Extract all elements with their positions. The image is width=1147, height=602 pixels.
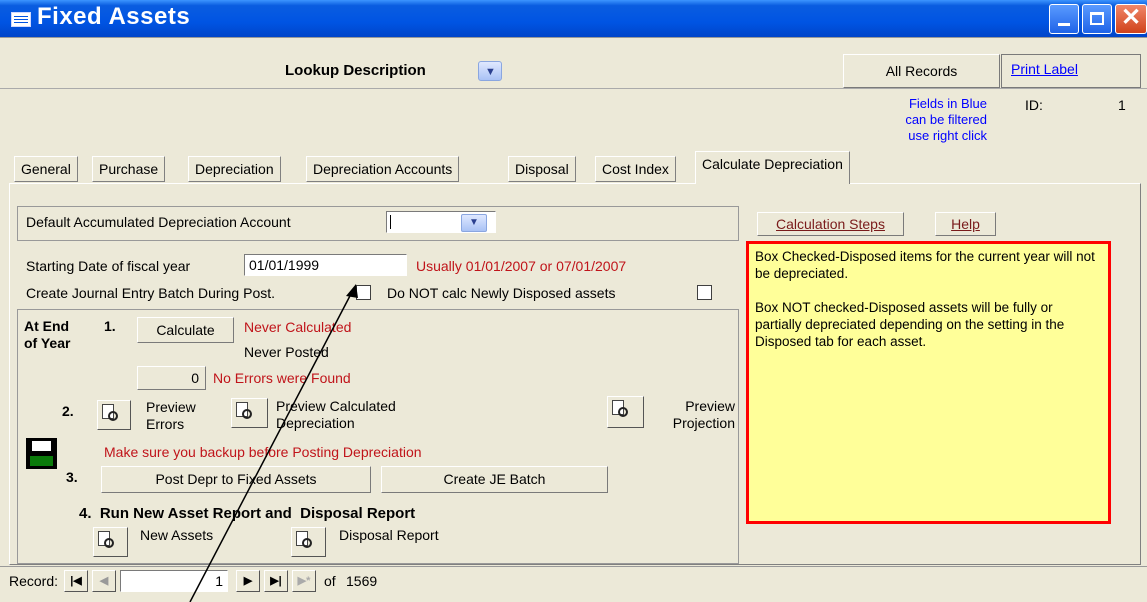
annotation-arrow <box>189 284 358 602</box>
tab-calculate-depreciation[interactable]: Calculate Depreciation <box>695 151 850 184</box>
